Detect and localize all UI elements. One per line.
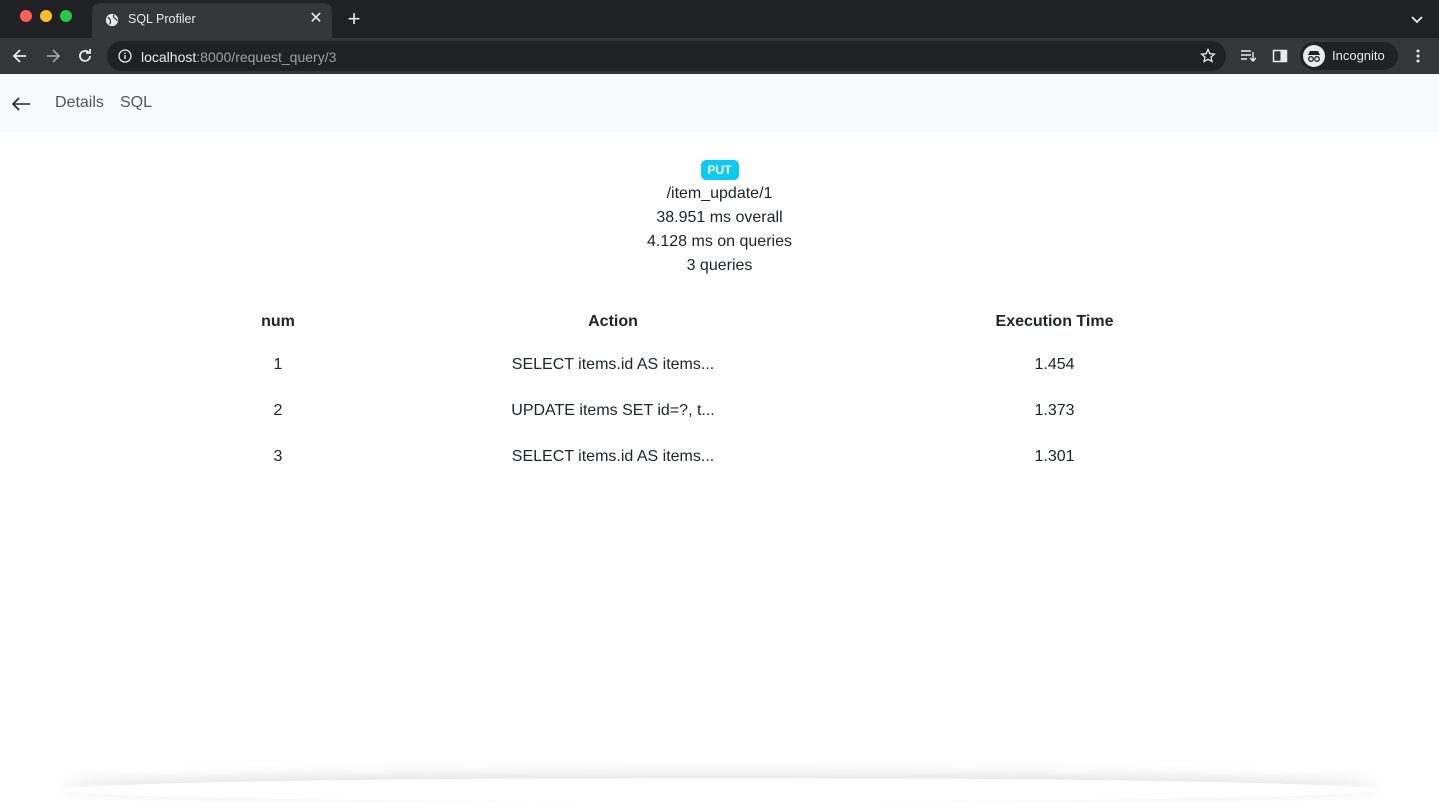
browser-titlebar: SQL Profiler ✕ + xyxy=(0,0,1439,38)
url-host: localhost xyxy=(141,49,196,65)
cell-num: 1 xyxy=(140,342,416,388)
table-row[interactable]: 1 SELECT items.id AS items... 1.454 xyxy=(140,342,1299,388)
nav-link-sql[interactable]: SQL xyxy=(120,94,152,112)
window-zoom-button[interactable] xyxy=(60,10,72,22)
reading-list-icon[interactable] xyxy=(1240,48,1256,64)
address-url: localhost:8000/request_query/3 xyxy=(141,49,336,65)
incognito-label: Incognito xyxy=(1332,48,1385,63)
arrow-left-icon[interactable] xyxy=(10,93,32,115)
tab-title: SQL Profiler xyxy=(128,12,196,26)
query-count: 3 queries xyxy=(0,254,1439,278)
request-path: /item_update/1 xyxy=(0,182,1439,206)
overall-time: 38.951 ms overall xyxy=(0,206,1439,230)
window-close-button[interactable] xyxy=(20,10,32,22)
cell-action[interactable]: SELECT items.id AS items... xyxy=(416,434,810,480)
cell-action[interactable]: SELECT items.id AS items... xyxy=(416,342,810,388)
tab-close-icon[interactable]: ✕ xyxy=(308,11,324,27)
tab-search-chevron-icon[interactable] xyxy=(1409,11,1425,27)
new-tab-icon[interactable]: + xyxy=(344,9,364,29)
browser-tab[interactable]: SQL Profiler ✕ xyxy=(92,3,332,38)
cell-action[interactable]: UPDATE items SET id=?, t... xyxy=(416,388,810,434)
cell-time: 1.373 xyxy=(810,388,1299,434)
globe-icon xyxy=(105,13,119,27)
queries-table: num Action Execution Time 1 SELECT items… xyxy=(140,301,1299,480)
header-execution-time: Execution Time xyxy=(810,301,1299,342)
nav-link-details[interactable]: Details xyxy=(55,94,104,112)
table-header-row: num Action Execution Time xyxy=(140,301,1299,342)
url-path: :8000/request_query/3 xyxy=(196,49,336,65)
cell-time: 1.301 xyxy=(810,434,1299,480)
header-num: num xyxy=(140,301,416,342)
header-action: Action xyxy=(416,301,810,342)
site-info-icon[interactable] xyxy=(118,49,132,63)
address-bar[interactable]: localhost:8000/request_query/3 xyxy=(107,41,1226,71)
method-badge: PUT xyxy=(701,160,739,180)
queries-time: 4.128 ms on queries xyxy=(0,230,1439,254)
reload-icon[interactable] xyxy=(75,46,95,66)
back-nav-icon[interactable] xyxy=(10,46,30,66)
browser-menu-icon[interactable] xyxy=(1410,48,1426,64)
table-row[interactable]: 2 UPDATE items SET id=?, t... 1.373 xyxy=(140,388,1299,434)
browser-toolbar: localhost:8000/request_query/3 Incognito xyxy=(0,38,1439,74)
incognito-icon xyxy=(1303,45,1325,67)
table-row[interactable]: 3 SELECT items.id AS items... 1.301 xyxy=(140,434,1299,480)
cell-time: 1.454 xyxy=(810,342,1299,388)
page-navbar: Details SQL xyxy=(0,74,1439,133)
cell-num: 2 xyxy=(140,388,416,434)
incognito-profile-button[interactable]: Incognito xyxy=(1300,42,1398,70)
cell-num: 3 xyxy=(140,434,416,480)
side-panel-icon[interactable] xyxy=(1272,48,1288,64)
window-minimize-button[interactable] xyxy=(40,10,52,22)
request-summary: PUT /item_update/1 38.951 ms overall 4.1… xyxy=(0,160,1439,278)
forward-nav-icon[interactable] xyxy=(43,46,63,66)
bookmark-star-icon[interactable] xyxy=(1200,48,1216,64)
